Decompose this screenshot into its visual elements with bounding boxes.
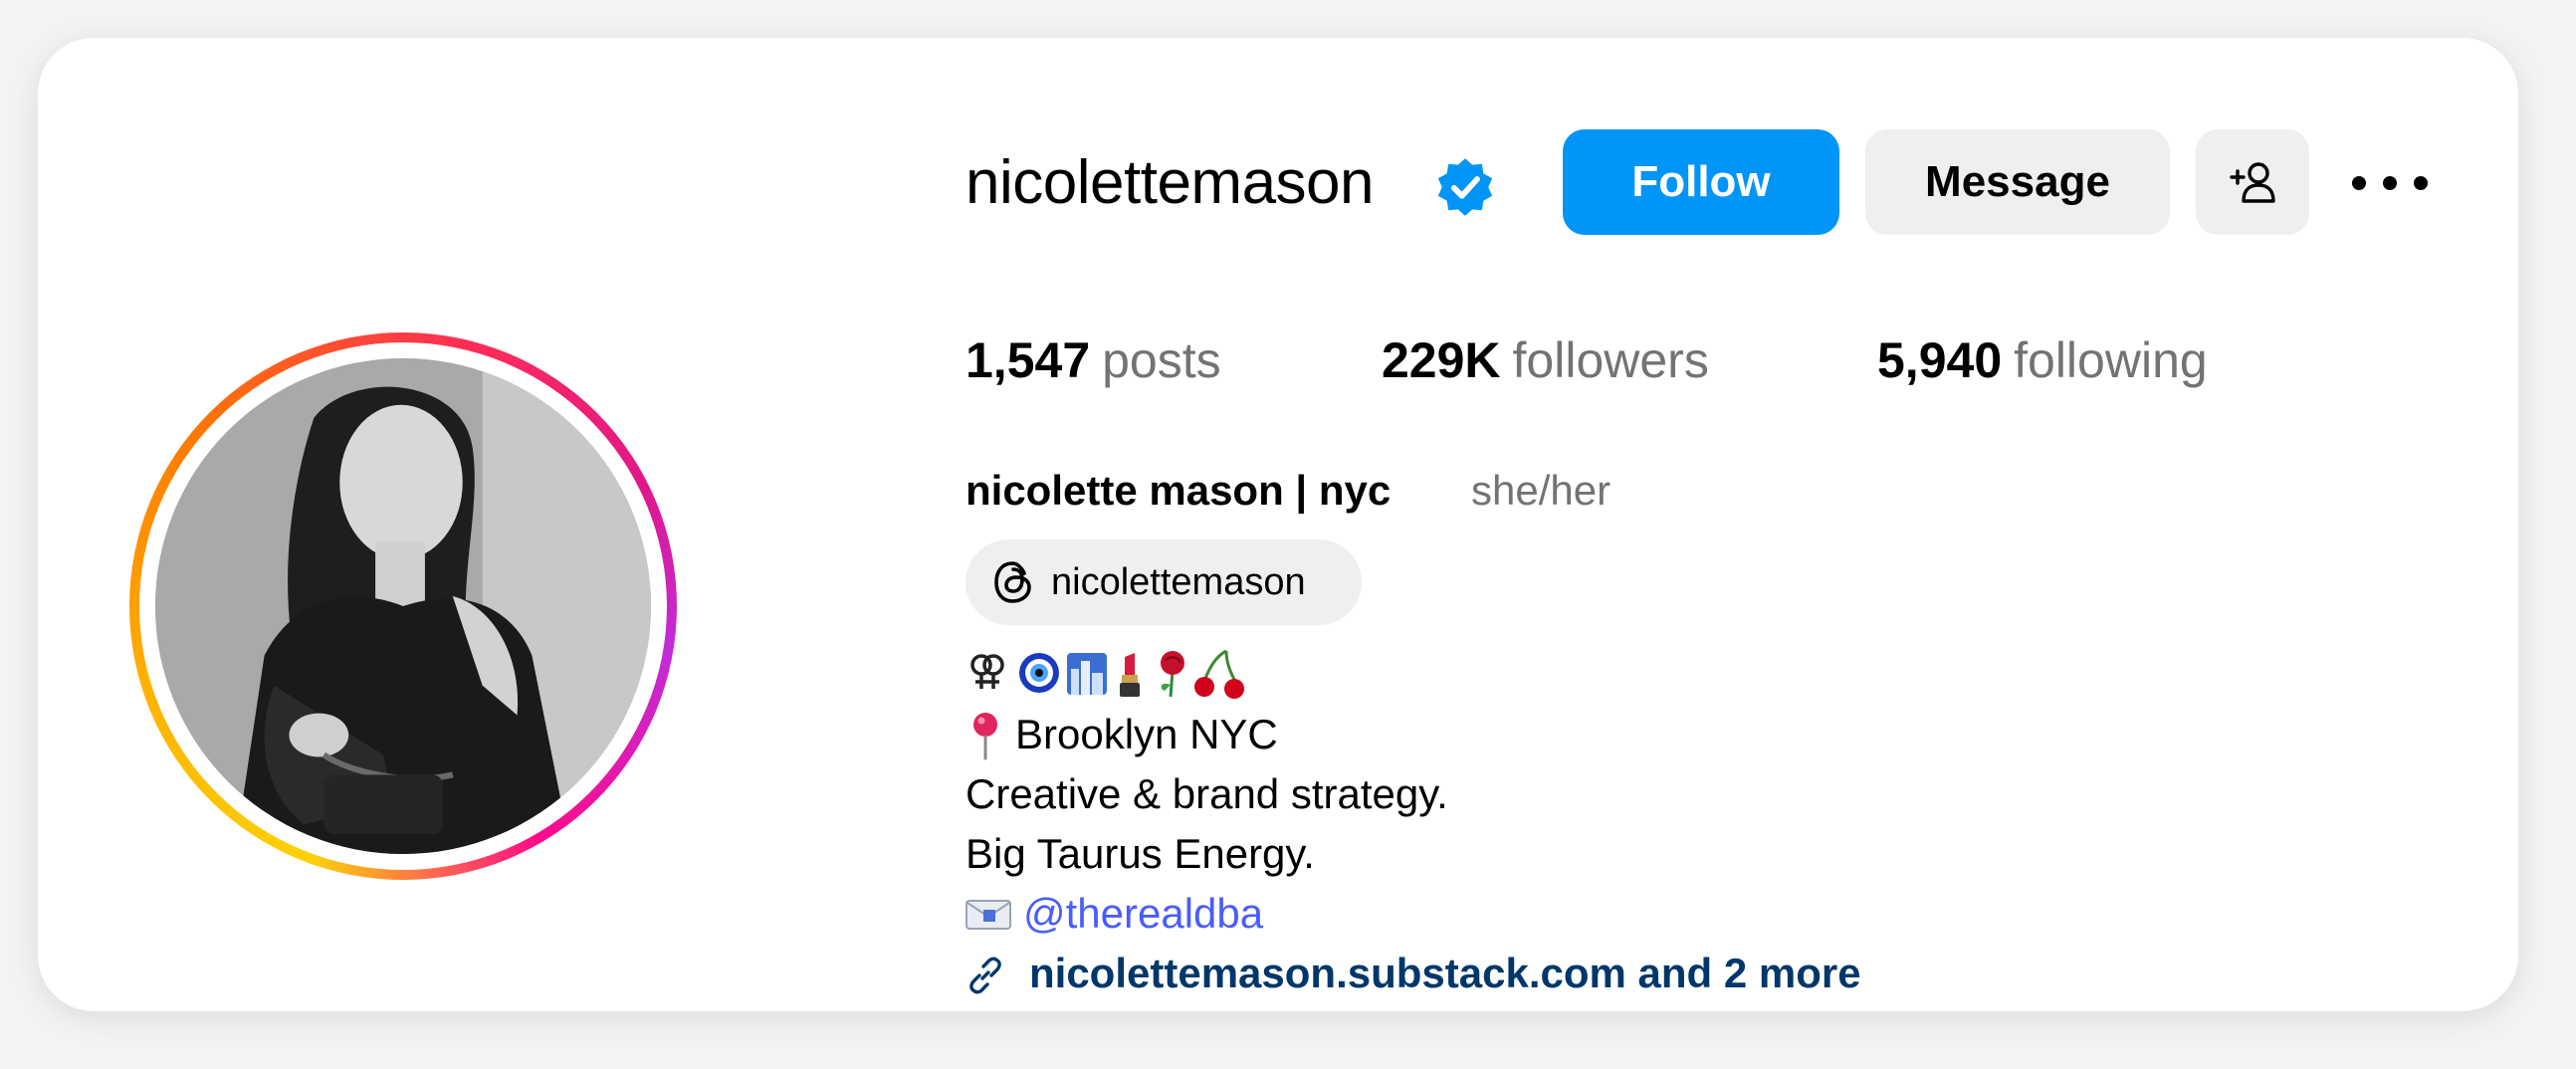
add-person-icon — [2230, 162, 2275, 203]
profile-card: nicolettemason Follow Message 1,547 posts… — [38, 38, 2518, 1011]
more-dots-icon — [2352, 176, 2428, 190]
bio-external-link[interactable]: nicolettemason.substack.com and 2 more — [1029, 946, 1861, 1001]
location-pin-icon — [973, 713, 997, 760]
profile-username: nicolettemason — [966, 148, 1375, 217]
bio-emoji-row — [966, 645, 1264, 703]
bio-line: Creative & brand strategy. — [966, 770, 1448, 817]
following-stat[interactable]: 5,940 following — [1877, 328, 2208, 392]
bio-line: Big Taurus Energy. — [966, 830, 1315, 877]
cherries-icon — [1194, 649, 1244, 699]
cityscape-icon — [1067, 653, 1107, 695]
suggested-accounts-button[interactable] — [2196, 129, 2309, 235]
message-button[interactable]: Message — [1865, 129, 2170, 235]
threads-handle: nicolettemason — [1051, 561, 1306, 603]
threads-badge[interactable]: nicolettemason — [966, 539, 1362, 625]
nazar-amulet-icon — [1019, 653, 1059, 693]
more-options-button[interactable] — [2345, 155, 2435, 211]
avatar-photo-illustration — [155, 358, 651, 854]
posts-stat: 1,547 posts — [966, 332, 1221, 388]
threads-icon — [994, 561, 1031, 603]
profile-pronouns: she/her — [1471, 467, 1611, 514]
female-symbol-icon — [970, 654, 1004, 689]
lipstick-icon — [1120, 653, 1140, 697]
rose-icon — [1161, 651, 1184, 698]
profile-full-name: nicolette mason | nyc — [966, 467, 1392, 514]
link-icon — [969, 957, 1001, 994]
envelope-icon — [966, 900, 1011, 930]
bio-mention-link[interactable]: @therealdba — [1023, 886, 1263, 942]
verified-badge-icon — [1437, 158, 1493, 216]
follow-button[interactable]: Follow — [1563, 129, 1839, 235]
bio-location: Brooklyn NYC — [1015, 711, 1278, 757]
avatar — [155, 358, 651, 854]
profile-avatar-story-ring[interactable] — [129, 332, 677, 880]
followers-stat[interactable]: 229K followers — [1382, 328, 1709, 392]
